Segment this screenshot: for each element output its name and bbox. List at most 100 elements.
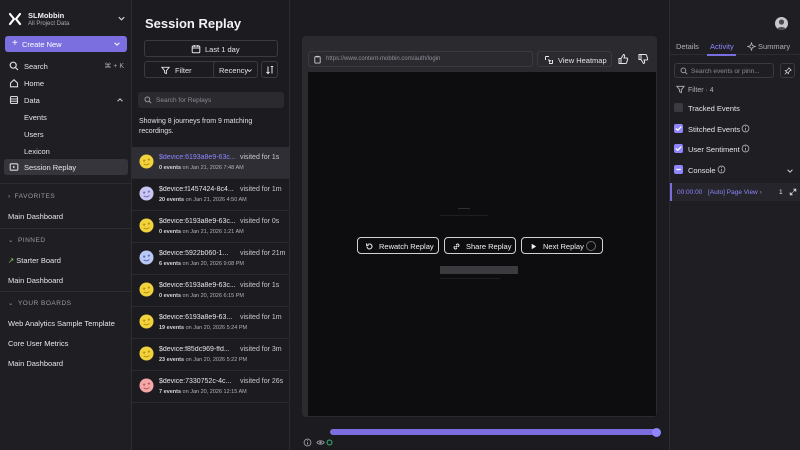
event-count: 0 events xyxy=(159,229,182,235)
heatmap-icon xyxy=(545,56,553,64)
sidebar-item-label: Home xyxy=(24,79,45,88)
view-heatmap-button[interactable]: View Heatmap xyxy=(537,51,612,67)
create-new-button[interactable]: + Create New xyxy=(5,36,127,52)
board-web-analytics[interactable]: Web Analytics Sample Template xyxy=(8,319,115,328)
board-core-user-metrics[interactable]: Core User Metrics xyxy=(8,339,68,348)
info-icon[interactable] xyxy=(717,165,726,174)
user-avatar-icon xyxy=(139,186,154,201)
sort-select[interactable]: Recency xyxy=(213,61,258,78)
board-main-dashboard[interactable]: Main Dashboard xyxy=(8,359,63,368)
event-count: 0 events xyxy=(159,293,182,299)
filter-count-label: Filter · 4 xyxy=(688,87,714,94)
progress-scrubber[interactable] xyxy=(652,428,661,437)
eye-icon[interactable] xyxy=(316,438,325,447)
details-pane: Details Activity Summary Filter · 4 Trac… xyxy=(669,0,800,450)
session-date: on Jan 21, 2026 4:50 AM xyxy=(185,197,247,203)
divider xyxy=(0,183,132,184)
org-switcher[interactable]: SLMobbin All Project Data xyxy=(6,9,128,31)
replay-row[interactable]: $device:6193a8e9-63... visited for 1m 19 e… xyxy=(132,307,290,339)
pin-button[interactable] xyxy=(780,63,795,78)
replay-row[interactable]: $device:6193a8e9-63c... visited for 1s 0 e… xyxy=(132,147,290,179)
rewatch-replay-button[interactable]: Rewatch Replay xyxy=(357,237,439,254)
date-range-label: Last 1 day xyxy=(205,45,240,54)
device-id: $device:f1457424-8c4... xyxy=(159,186,234,193)
row-meta: 23 events on Jan 20, 2026 5:22 PM xyxy=(159,357,247,363)
event-count: 1 xyxy=(779,189,783,196)
info-icon[interactable] xyxy=(303,438,312,447)
date-range-button[interactable]: Last 1 day xyxy=(144,40,278,57)
your-boards-section-title[interactable]: ⌄ YOUR BOARDS xyxy=(8,299,72,307)
tab-summary-label: Summary xyxy=(758,42,791,51)
replay-row[interactable]: $device:f1457424-8c4... visited for 1m 20 … xyxy=(132,179,290,211)
search-replays-input[interactable] xyxy=(156,94,276,106)
ghost-line xyxy=(440,215,488,216)
expand-icon[interactable] xyxy=(789,188,797,196)
row-meta: 6 events on Jan 20, 2026 9:08 PM xyxy=(159,261,244,267)
details-tabs: Details Activity Summary xyxy=(670,38,800,56)
share-replay-button[interactable]: Share Replay xyxy=(444,237,516,254)
search-icon xyxy=(9,61,19,71)
filter-label: Filter xyxy=(175,66,192,75)
replay-row[interactable]: $device:7330752c-4c... visited for 26s 7 e… xyxy=(132,371,290,403)
replay-row[interactable]: $device:6193a8e9-63c... visited for 0s 0 e… xyxy=(132,211,290,243)
replay-progress-bar[interactable] xyxy=(330,429,658,435)
activity-filter-toggle[interactable]: Filter · 4 xyxy=(676,85,714,94)
chevron-down-icon xyxy=(118,16,125,21)
sidebar-item-lexicon[interactable]: Lexicon xyxy=(4,143,128,159)
sidebar-item-search[interactable]: Search ⌘ + K xyxy=(4,58,128,74)
sidebar-item-session-replay[interactable]: Session Replay xyxy=(4,159,128,175)
console-checkbox[interactable] xyxy=(674,165,683,174)
user-avatar[interactable] xyxy=(775,17,788,30)
info-icon[interactable] xyxy=(741,124,750,133)
sidebar-item-home[interactable]: Home xyxy=(4,75,128,91)
favorite-main-dashboard[interactable]: Main Dashboard xyxy=(8,212,63,221)
visit-duration: visited for 1m xyxy=(240,314,282,321)
row-meta: 20 events on Jan 21, 2026 4:50 AM xyxy=(159,197,247,203)
thumbs-down-icon[interactable] xyxy=(637,53,649,65)
info-icon[interactable] xyxy=(741,144,750,153)
ghost-block xyxy=(440,266,518,274)
next-replay-button[interactable]: Next Replay xyxy=(521,237,603,254)
device-id: $device:5922b060-1... xyxy=(159,250,229,257)
sort-direction-button[interactable] xyxy=(261,61,278,78)
pinned-main-dashboard[interactable]: Main Dashboard xyxy=(8,276,63,285)
chevron-up-icon[interactable] xyxy=(116,96,124,104)
stitched-events-checkbox[interactable] xyxy=(674,124,683,133)
replay-row[interactable]: $device:6193a8e9-63c... visited for 1s 0 e… xyxy=(132,275,290,307)
pinned-starter-board[interactable]: ↗ Starter Board xyxy=(8,256,61,265)
event-count: 6 events xyxy=(159,261,182,267)
tab-activity[interactable]: Activity xyxy=(710,42,734,51)
replay-url: https://www.content-mobbin.com/auth/logi… xyxy=(326,56,441,62)
event-count: 23 events xyxy=(159,357,185,363)
sidebar-item-events[interactable]: Events xyxy=(4,109,128,125)
favorites-section-title[interactable]: › FAVORITES xyxy=(8,193,55,200)
event-time: 00:00:00 xyxy=(677,189,703,196)
thumbs-up-icon[interactable] xyxy=(617,53,629,65)
user-sentiment-checkbox[interactable] xyxy=(674,144,683,153)
sidebar-item-users[interactable]: Users xyxy=(4,126,128,142)
create-new-label: Create New xyxy=(22,40,62,49)
filter-icon xyxy=(676,85,685,94)
tab-details[interactable]: Details xyxy=(676,42,699,51)
next-replay-label: Next Replay xyxy=(543,242,584,251)
user-icon xyxy=(777,19,786,30)
replay-list-pane: Session Replay Last 1 day Filter Recency… xyxy=(132,0,290,450)
event-name: [Auto] Page View › xyxy=(708,189,762,196)
replay-row[interactable]: $device:f85dc969-ffd... visited for 3m 23 … xyxy=(132,339,290,371)
device-id: $device:6193a8e9-63c... xyxy=(159,154,236,161)
clipboard-icon[interactable] xyxy=(313,55,322,64)
tracked-events-label: Tracked Events xyxy=(688,104,740,113)
sidebar-item-data[interactable]: Data xyxy=(4,92,128,108)
replay-row[interactable]: $device:5922b060-1... visited for 21m 6 ev… xyxy=(132,243,290,275)
visit-duration: visited for 1s xyxy=(240,282,280,289)
chevron-down-icon[interactable] xyxy=(786,167,794,175)
device-id: $device:6193a8e9-63c... xyxy=(159,282,236,289)
event-row[interactable]: 00:00:00 [Auto] Page View › 1 xyxy=(670,183,800,201)
search-events-input[interactable] xyxy=(691,66,771,76)
tracked-events-checkbox[interactable] xyxy=(674,103,683,112)
pinned-section-title[interactable]: ⌄ PINNED xyxy=(8,236,46,244)
session-date: on Jan 20, 2026 9:08 PM xyxy=(182,261,245,267)
search-events-field xyxy=(674,63,774,78)
filter-icon xyxy=(161,66,170,75)
tab-summary[interactable]: Summary xyxy=(747,42,790,51)
